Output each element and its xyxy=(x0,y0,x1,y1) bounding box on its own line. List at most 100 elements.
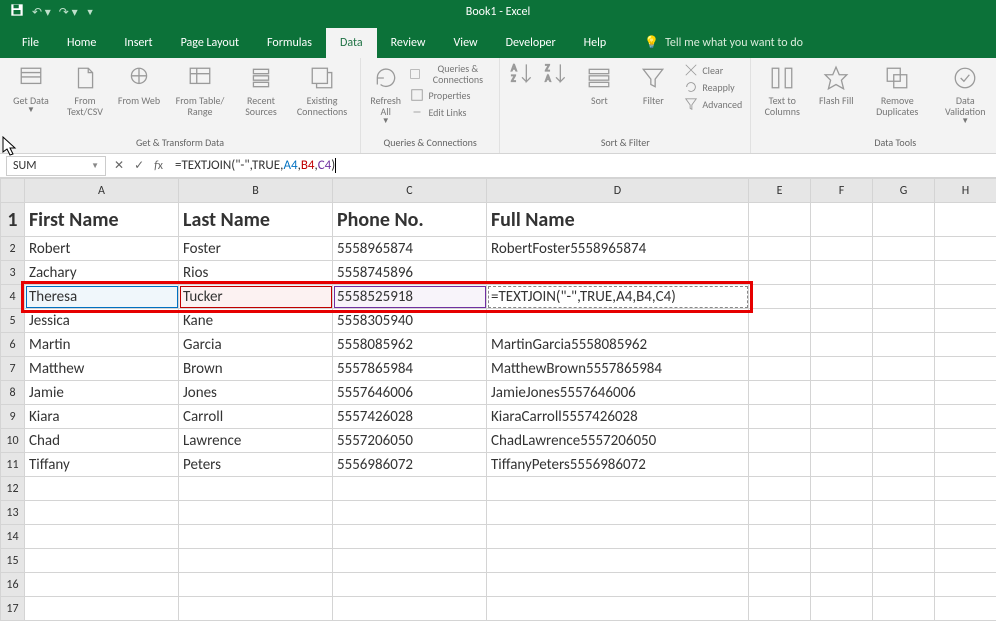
worksheet-grid[interactable]: A B C D E F G H 1 First Name Last Name P… xyxy=(0,178,996,621)
cell[interactable] xyxy=(935,309,996,333)
qat-customize-icon[interactable]: ▼ xyxy=(86,7,95,18)
existing-connections-button[interactable]: Existing Connections xyxy=(292,62,352,117)
cell[interactable]: Tiffany xyxy=(25,453,179,477)
cell[interactable] xyxy=(935,285,996,309)
cell[interactable]: TiffanyPeters5556986072 xyxy=(487,453,749,477)
select-all-corner[interactable] xyxy=(1,179,25,203)
tab-view[interactable]: View xyxy=(440,28,492,58)
row-header[interactable]: 3 xyxy=(1,261,25,285)
cell[interactable] xyxy=(25,597,179,621)
cell[interactable]: Jones xyxy=(179,381,333,405)
cell[interactable] xyxy=(749,405,811,429)
cell[interactable] xyxy=(487,573,749,597)
cell[interactable] xyxy=(873,237,935,261)
enter-formula-icon[interactable]: ✓ xyxy=(134,158,144,173)
refresh-all-button[interactable]: Refresh All▼ xyxy=(369,62,402,126)
cell[interactable] xyxy=(873,381,935,405)
col-header-g[interactable]: G xyxy=(873,179,935,203)
tab-page-layout[interactable]: Page Layout xyxy=(167,28,253,58)
cell[interactable] xyxy=(811,549,873,573)
cell[interactable]: 5558965874 xyxy=(333,237,487,261)
cell[interactable] xyxy=(811,477,873,501)
cell[interactable]: Kane xyxy=(179,309,333,333)
cell[interactable]: Rios xyxy=(179,261,333,285)
cell[interactable] xyxy=(487,261,749,285)
save-icon[interactable] xyxy=(10,3,24,21)
cell[interactable] xyxy=(749,477,811,501)
cell[interactable] xyxy=(935,405,996,429)
row-header[interactable]: 4 xyxy=(1,285,25,309)
cell[interactable] xyxy=(487,525,749,549)
cell[interactable]: Zachary xyxy=(25,261,179,285)
data-validation-button[interactable]: Data Validation▼ xyxy=(935,62,995,126)
tab-formulas[interactable]: Formulas xyxy=(253,28,326,58)
cell[interactable] xyxy=(487,309,749,333)
cell[interactable] xyxy=(333,573,487,597)
cell[interactable] xyxy=(811,453,873,477)
cell[interactable]: Theresa xyxy=(25,285,179,309)
cell[interactable] xyxy=(935,333,996,357)
cell[interactable] xyxy=(749,453,811,477)
cell[interactable] xyxy=(811,357,873,381)
cell[interactable] xyxy=(811,261,873,285)
col-header-c[interactable]: C xyxy=(333,179,487,203)
cell[interactable]: Last Name xyxy=(179,203,333,237)
cell[interactable]: 5557206050 xyxy=(333,429,487,453)
cell[interactable]: Robert xyxy=(25,237,179,261)
cell[interactable] xyxy=(333,477,487,501)
cell[interactable] xyxy=(811,203,873,237)
cell[interactable] xyxy=(811,405,873,429)
cell[interactable]: 5558525918 xyxy=(333,285,487,309)
cancel-formula-icon[interactable]: ✕ xyxy=(114,158,124,173)
tab-data[interactable]: Data xyxy=(326,28,377,58)
tab-developer[interactable]: Developer xyxy=(492,28,570,58)
cell[interactable] xyxy=(935,381,996,405)
tab-insert[interactable]: Insert xyxy=(110,28,166,58)
cell[interactable] xyxy=(873,429,935,453)
cell[interactable] xyxy=(749,357,811,381)
cell[interactable] xyxy=(873,203,935,237)
cell[interactable] xyxy=(873,357,935,381)
cell[interactable] xyxy=(935,501,996,525)
cell[interactable] xyxy=(487,597,749,621)
from-table-button[interactable]: From Table/ Range xyxy=(170,62,230,117)
cell[interactable]: =TEXTJOIN("-",TRUE,A4,B4,C4) xyxy=(487,285,749,309)
cell[interactable]: Martin xyxy=(25,333,179,357)
cell[interactable]: MartinGarcia5558085962 xyxy=(487,333,749,357)
cell[interactable] xyxy=(811,333,873,357)
cell[interactable] xyxy=(935,357,996,381)
cell[interactable] xyxy=(935,453,996,477)
cell[interactable] xyxy=(873,261,935,285)
tab-home[interactable]: Home xyxy=(53,28,110,58)
cell[interactable]: Jessica xyxy=(25,309,179,333)
cell[interactable] xyxy=(873,501,935,525)
cell[interactable] xyxy=(811,237,873,261)
advanced-button[interactable]: Advanced xyxy=(684,97,742,111)
cell[interactable] xyxy=(333,525,487,549)
row-header[interactable]: 6 xyxy=(1,333,25,357)
cell[interactable] xyxy=(179,525,333,549)
cell[interactable] xyxy=(749,597,811,621)
cell[interactable] xyxy=(935,429,996,453)
cell[interactable] xyxy=(811,309,873,333)
cell[interactable]: Jamie xyxy=(25,381,179,405)
cell[interactable] xyxy=(873,525,935,549)
cell[interactable]: Phone No. xyxy=(333,203,487,237)
cell[interactable] xyxy=(749,573,811,597)
col-header-e[interactable]: E xyxy=(749,179,811,203)
row-header[interactable]: 2 xyxy=(1,237,25,261)
cell[interactable]: Carroll xyxy=(179,405,333,429)
row-header[interactable]: 8 xyxy=(1,381,25,405)
name-box-dropdown-icon[interactable]: ▼ xyxy=(91,161,99,171)
cell[interactable] xyxy=(873,549,935,573)
cell[interactable]: ChadLawrence5557206050 xyxy=(487,429,749,453)
properties-button[interactable]: Properties xyxy=(410,88,470,102)
cell[interactable] xyxy=(873,285,935,309)
cell[interactable] xyxy=(487,501,749,525)
cell[interactable] xyxy=(811,597,873,621)
cell[interactable] xyxy=(935,261,996,285)
from-csv-button[interactable]: From Text/CSV xyxy=(62,62,108,117)
row-header[interactable]: 17 xyxy=(1,597,25,621)
col-header-b[interactable]: B xyxy=(179,179,333,203)
text-to-columns-button[interactable]: Text to Columns xyxy=(759,62,805,117)
